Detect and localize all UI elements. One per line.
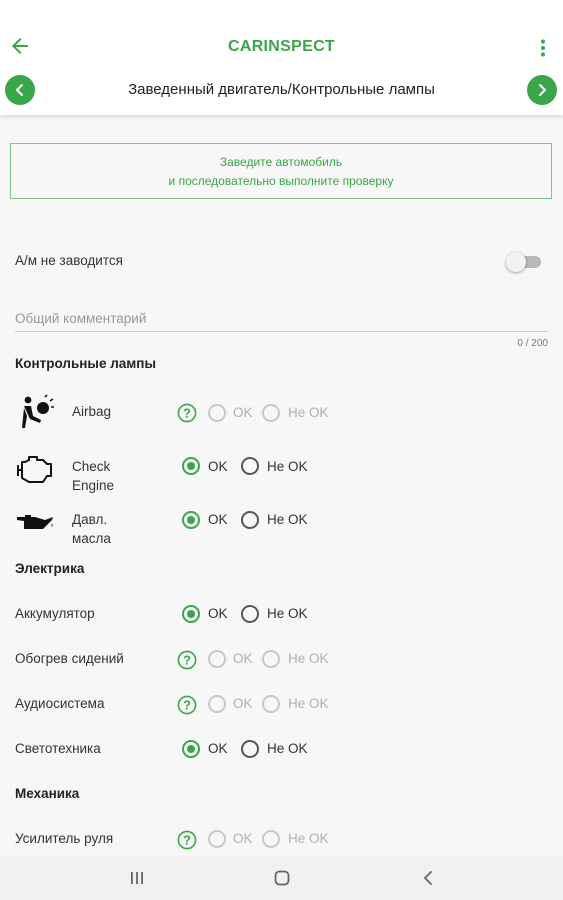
- recent-apps-icon[interactable]: [128, 869, 146, 887]
- airbag-ok-radio[interactable]: [208, 404, 226, 422]
- lamp-oil-pressure-label: Давл. масла: [72, 510, 111, 548]
- power-steering-not-ok-radio[interactable]: [262, 830, 280, 848]
- app-bar: CARINSPECT Заведенный двигатель/Контроль…: [0, 0, 563, 115]
- question-circle-icon[interactable]: ?: [177, 403, 197, 423]
- seat-heating-ok-label: OK: [233, 651, 253, 666]
- home-icon[interactable]: [273, 869, 291, 887]
- chevron-right-icon: [539, 84, 546, 96]
- svg-text:?: ?: [183, 653, 191, 668]
- oil-pressure-ok-radio[interactable]: [182, 511, 200, 529]
- general-comment-input[interactable]: [15, 306, 548, 332]
- airbag-icon: [22, 394, 54, 428]
- battery-ok-radio[interactable]: [182, 605, 200, 623]
- seat-heating-label: Обогрев сидений: [15, 651, 124, 666]
- instruction-notice: Заведите автомобиль и последовательно вы…: [10, 143, 552, 199]
- check-engine-icon: [17, 456, 52, 483]
- audio-system-ok-label: OK: [233, 696, 253, 711]
- oil-pressure-label-line-2: масла: [72, 531, 111, 546]
- airbag-not-ok-label: Не OK: [288, 405, 329, 420]
- audio-system-ok-radio[interactable]: [208, 695, 226, 713]
- battery-label: Аккумулятор: [15, 606, 95, 621]
- seat-heating-ok-radio[interactable]: [208, 650, 226, 668]
- audio-system-not-ok-radio[interactable]: [262, 695, 280, 713]
- power-steering-ok-radio[interactable]: [208, 830, 226, 848]
- airbag-not-ok-radio[interactable]: [262, 404, 280, 422]
- section-header-electrics: Электрика: [15, 561, 85, 576]
- next-section-button[interactable]: [527, 75, 557, 105]
- question-circle-icon[interactable]: ?: [177, 650, 197, 670]
- oil-pressure-ok-label: OK: [208, 512, 228, 527]
- svg-text:?: ?: [183, 698, 191, 713]
- check-engine-ok-radio[interactable]: [182, 457, 200, 475]
- engine-toggle-label: А/м не заводится: [15, 253, 123, 268]
- section-title: Заведенный двигатель/Контрольные лампы: [128, 81, 435, 98]
- question-circle-icon[interactable]: ?: [177, 695, 197, 715]
- section-header-mechanics: Механика: [15, 786, 80, 801]
- lighting-ok-radio[interactable]: [182, 740, 200, 758]
- power-steering-not-ok-label: Не OK: [288, 831, 329, 846]
- engine-toggle-thumb[interactable]: [506, 252, 526, 272]
- lighting-label: Светотехника: [15, 741, 101, 756]
- battery-not-ok-label: Не OK: [267, 606, 308, 621]
- more-vert-icon[interactable]: [531, 36, 555, 60]
- check-engine-ok-label: OK: [208, 459, 228, 474]
- seat-heating-not-ok-radio[interactable]: [262, 650, 280, 668]
- lighting-not-ok-radio[interactable]: [241, 740, 259, 758]
- battery-not-ok-radio[interactable]: [241, 605, 259, 623]
- notice-line-2: и последовательно выполните проверку: [168, 174, 394, 188]
- lighting-not-ok-label: Не OK: [267, 741, 308, 756]
- question-circle-icon[interactable]: ?: [177, 830, 197, 850]
- svg-text:?: ?: [183, 406, 191, 421]
- audio-system-label: Аудиосистема: [15, 696, 105, 711]
- chevron-left-icon: [16, 84, 23, 96]
- oil-pressure-icon: [17, 515, 53, 529]
- audio-system-not-ok-label: Не OK: [288, 696, 329, 711]
- system-navigation-bar: [0, 856, 563, 900]
- notice-line-1: Заведите автомобиль: [219, 155, 343, 169]
- check-engine-not-ok-label: Не OK: [267, 459, 308, 474]
- check-engine-label-line-1: Check: [72, 459, 111, 474]
- airbag-ok-label: OK: [233, 405, 253, 420]
- power-steering-ok-label: OK: [233, 831, 253, 846]
- section-header-warning-lamps: Контрольные лампы: [15, 356, 156, 371]
- brand-logo: CARINSPECT: [227, 38, 335, 55]
- seat-heating-not-ok-label: Не OK: [288, 651, 329, 666]
- system-back-icon[interactable]: [419, 869, 437, 887]
- lighting-ok-label: OK: [208, 741, 228, 756]
- previous-section-button[interactable]: [5, 75, 35, 105]
- oil-pressure-label-line-1: Давл.: [72, 512, 108, 527]
- check-engine-label-line-2: Engine: [72, 478, 115, 493]
- svg-text:?: ?: [183, 833, 191, 848]
- lamp-airbag-label: Airbag: [72, 404, 112, 419]
- check-engine-not-ok-radio[interactable]: [241, 457, 259, 475]
- oil-pressure-not-ok-radio[interactable]: [241, 511, 259, 529]
- battery-ok-label: OK: [208, 606, 228, 621]
- lamp-check-engine-label: Check Engine: [72, 457, 114, 495]
- comment-char-counter: 0 / 200: [517, 338, 548, 349]
- power-steering-label: Усилитель руля: [15, 831, 114, 846]
- oil-pressure-not-ok-label: Не OK: [267, 512, 308, 527]
